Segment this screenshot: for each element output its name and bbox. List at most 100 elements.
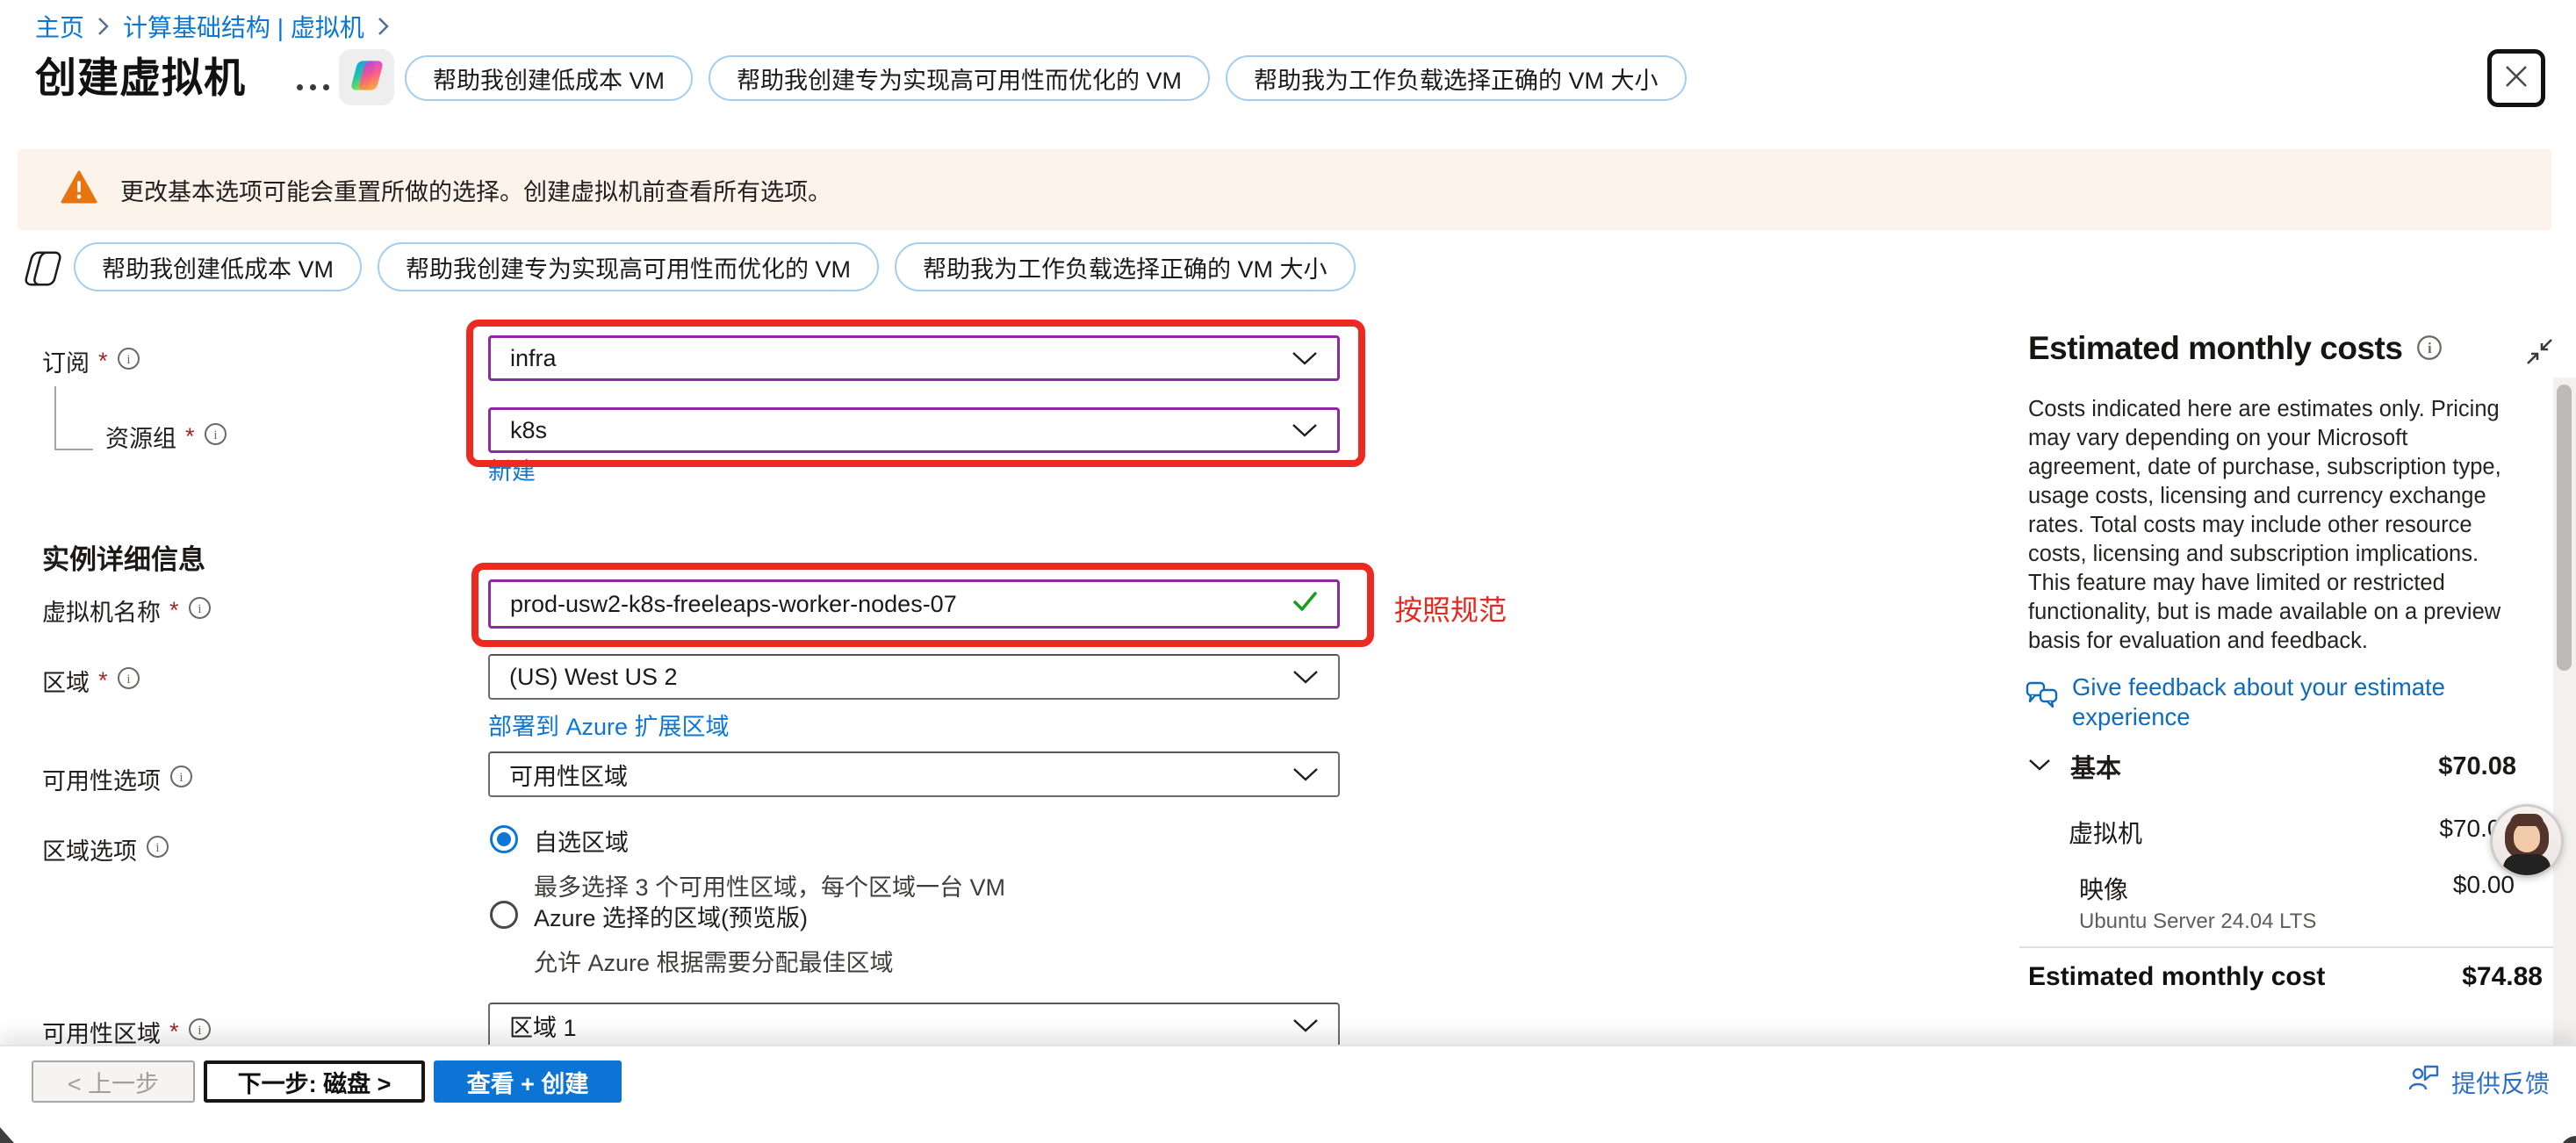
cost-group-basic[interactable]: 基本 $70.08 [2028,748,2516,785]
review-create-button[interactable]: 查看 + 创建 [434,1060,622,1103]
warning-banner-text: 更改基本选项可能会重置所做的选择。创建虚拟机前查看所有选项。 [120,173,831,207]
panel-scrollbar-thumb[interactable] [2557,385,2572,671]
suggestion-low-cost-vm-button[interactable]: 帮助我创建低成本 VM [74,242,362,291]
vm-name-label: 虚拟机名称 [42,593,161,628]
resource-group-value: k8s [510,417,547,444]
cost-total-amount: $74.88 [2462,962,2543,992]
cost-feedback-link[interactable]: Give feedback about your estimate experi… [2025,672,2493,732]
region-dropdown[interactable]: (US) West US 2 [488,654,1340,700]
feedback-bubbles-icon [2025,678,2060,732]
cost-total-label: Estimated monthly cost [2028,962,2325,992]
svg-text:i: i [213,428,217,442]
info-icon[interactable]: i [117,347,140,377]
cost-group-amount: $70.08 [2438,752,2516,781]
footer-buttons: < 上一步 下一步: 磁盘 > 查看 + 创建 [32,1060,622,1103]
svg-text:i: i [126,353,130,367]
svg-text:i: i [2428,340,2432,356]
next-step-disks-button[interactable]: 下一步: 磁盘 > [204,1060,425,1103]
chevron-down-icon [1292,417,1318,444]
info-icon[interactable]: i [146,835,169,865]
availability-options-dropdown[interactable]: 可用性区域 [488,751,1340,797]
availability-options-label: 可用性选项 [42,762,161,796]
svg-text:i: i [155,841,159,855]
subscription-dropdown[interactable]: infra [488,335,1340,381]
svg-text:i: i [198,602,201,616]
zone-option-azure-selected[interactable]: Azure 选择的区域(预览版) 允许 Azure 根据需要分配最佳区域 [490,899,894,978]
copilot-icon [349,57,385,98]
zone-options-label-row: 区域选项 i [42,832,169,866]
info-icon[interactable]: i [188,596,212,626]
radio-selected-icon[interactable] [490,825,518,853]
annotation-note: 按照规范 [1394,588,1507,629]
suggestion-high-availability-vm-button[interactable]: 帮助我创建专为实现高可用性而优化的 VM [378,242,879,291]
info-icon[interactable]: i [2416,332,2443,369]
region-label: 区域 [42,664,90,698]
previous-step-button[interactable]: < 上一步 [32,1060,195,1103]
tree-connector-horizontal [54,449,93,450]
suggestion-high-availability-vm-button[interactable]: 帮助我创建专为实现高可用性而优化的 VM [709,55,1210,101]
availability-zones-dropdown[interactable]: 区域 1 [488,1003,1340,1048]
close-button[interactable] [2487,49,2545,107]
cost-total-row: Estimated monthly cost $74.88 [2028,962,2543,992]
info-icon[interactable]: i [204,422,227,452]
close-icon [2501,61,2531,96]
subscription-value: infra [510,345,557,372]
cost-item-detail: Ubuntu Server 24.04 LTS [2079,909,2316,934]
cost-disclaimer: Costs indicated here are estimates only.… [2028,395,2513,656]
warning-banner: 更改基本选项可能会重置所做的选择。创建虚拟机前查看所有选项。 [18,149,2551,230]
required-asterisk: * [185,423,195,450]
subscription-label-row: 订阅 * i [42,344,140,378]
vm-name-value: prod-usw2-k8s-freeleaps-worker-nodes-07 [510,591,957,618]
suggestion-low-cost-vm-button[interactable]: 帮助我创建低成本 VM [405,55,693,101]
copilot-outline-icon [23,248,63,294]
create-vm-page: 主页 计算基础结构 | 虚拟机 创建虚拟机 [0,0,2576,1143]
cost-feedback-text: Give feedback about your estimate experi… [2072,672,2493,732]
chevron-right-icon [97,15,111,38]
availability-zones-value: 区域 1 [509,1009,577,1043]
valid-check-icon [1292,588,1318,621]
divider [2019,946,2555,948]
zone-option-description: 最多选择 3 个可用性区域，每个区域一台 VM [534,868,1005,902]
tree-connector-vertical [54,386,56,449]
subscription-label: 订阅 [42,344,90,378]
create-new-resource-group-link[interactable]: 新建 [488,452,536,486]
required-asterisk: * [98,667,108,694]
zone-option-label: Azure 选择的区域(预览版) [534,899,894,933]
cost-panel-title: Estimated monthly costs [2028,330,2402,367]
required-asterisk: * [98,348,108,375]
resource-group-label-row: 资源组 * i [105,420,227,454]
info-icon[interactable]: i [169,765,193,794]
chevron-down-icon [1292,1012,1319,1039]
page-title: 创建虚拟机 [35,44,246,104]
breadcrumb-home-link[interactable]: 主页 [35,9,84,44]
chevron-down-icon [2028,758,2051,776]
footer-bar: < 上一步 下一步: 磁盘 > 查看 + 创建 提供反馈 [0,1045,2576,1143]
radio-unselected-icon[interactable] [490,901,518,929]
deploy-extended-zone-link[interactable]: 部署到 Azure 扩展区域 [488,708,730,742]
info-icon[interactable]: i [117,666,140,696]
cost-panel-title-row: Estimated monthly costs i [2028,328,2443,369]
copilot-button[interactable] [339,49,394,105]
cost-item-image: 映像 $0.00 [2079,871,2515,906]
cost-item-name: 映像 [2079,871,2128,906]
footer-feedback-text: 提供反馈 [2451,1065,2550,1100]
cost-item-name: 虚拟机 [2069,815,2142,850]
assistant-avatar[interactable] [2490,804,2564,878]
svg-text:i: i [126,672,130,687]
copilot-suggestions-inline: 帮助我创建低成本 VM 帮助我创建专为实现高可用性而优化的 VM 帮助我为工作负… [74,242,1356,291]
chevron-down-icon [1292,761,1319,788]
suggestion-right-vm-size-button[interactable]: 帮助我为工作负载选择正确的 VM 大小 [895,242,1356,291]
more-options-button[interactable] [297,84,329,90]
zone-option-self-select[interactable]: 自选区域 最多选择 3 个可用性区域，每个区域一台 VM [490,823,1005,902]
collapse-panel-icon[interactable] [2523,335,2555,371]
chevron-down-icon [1292,664,1319,691]
resource-group-dropdown[interactable]: k8s [488,407,1340,453]
suggestion-right-vm-size-button[interactable]: 帮助我为工作负载选择正确的 VM 大小 [1226,55,1687,101]
availability-options-value: 可用性区域 [509,758,628,792]
region-value: (US) West US 2 [509,664,678,691]
breadcrumb-section-link[interactable]: 计算基础结构 | 虚拟机 [123,9,364,44]
vm-name-input[interactable]: prod-usw2-k8s-freeleaps-worker-nodes-07 [488,579,1340,629]
chevron-right-icon [377,15,391,38]
info-icon[interactable]: i [188,1017,212,1047]
footer-feedback-link[interactable]: 提供反馈 [2407,1062,2550,1102]
